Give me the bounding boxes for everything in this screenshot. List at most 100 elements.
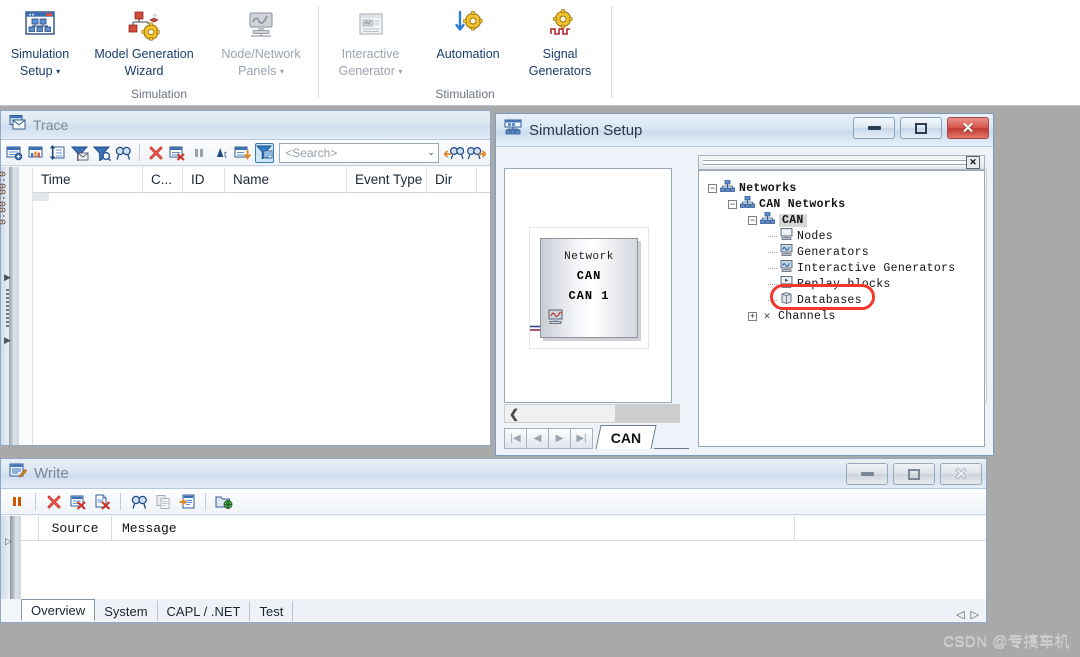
network-node[interactable]: Network CAN CAN 1 <box>540 238 638 338</box>
minimize-button[interactable] <box>846 463 888 485</box>
tree-item-generators[interactable]: Generators <box>708 244 983 260</box>
diagram-horizontal-scrollbar[interactable]: ❮ ❯ <box>504 404 680 423</box>
analysis-filter-icon[interactable] <box>254 142 275 163</box>
tab-can[interactable]: CAN <box>595 425 657 449</box>
find-previous-icon[interactable] <box>443 143 464 163</box>
expand-rows-icon[interactable] <box>48 143 68 163</box>
maximize-button[interactable] <box>893 463 935 485</box>
open-folder-icon[interactable] <box>214 492 234 512</box>
tree-item-label: Generators <box>797 245 870 259</box>
clear-all-icon[interactable] <box>68 492 88 512</box>
trace-column-header[interactable]: Name <box>225 166 347 193</box>
trace-column-header[interactable]: Dir <box>427 166 477 193</box>
filter-messages-icon[interactable] <box>70 143 90 163</box>
scroll-to-end-icon[interactable] <box>233 143 253 163</box>
ribbon-button-signal-generators[interactable]: Signal Generators <box>514 0 606 80</box>
filter-off-icon[interactable] <box>92 143 112 163</box>
previous-page-button[interactable]: ◀ <box>526 428 549 449</box>
network-tree-panel[interactable]: − Networks − CAN Networks − CAN Nodes Ge… <box>698 170 985 447</box>
save-to-file-icon[interactable] <box>177 492 197 512</box>
gutter-expander-bottom[interactable]: ▶ <box>4 335 11 346</box>
panel-close-icon[interactable]: ✕ <box>966 156 980 169</box>
first-page-button[interactable]: |◀ <box>504 428 527 449</box>
tree-expander[interactable]: + <box>748 311 757 321</box>
close-button[interactable]: ✕ <box>947 117 989 139</box>
chevron-down-icon[interactable]: ⌄ <box>427 147 435 158</box>
find-icon[interactable] <box>113 143 133 163</box>
tree-item-label: Networks <box>739 181 797 195</box>
write-title-bar: Write ✕ <box>1 459 986 489</box>
add-column-icon[interactable] <box>5 143 25 163</box>
write-column-header[interactable]: Source <box>39 521 111 536</box>
gutter-expander[interactable]: ▷ <box>5 536 12 547</box>
network-diagram-panel[interactable]: Network CAN CAN 1 <box>504 168 672 403</box>
close-button[interactable]: ✕ <box>940 463 982 485</box>
tree-item-interactive-generators[interactable]: Interactive Generators <box>708 260 983 276</box>
last-page-button[interactable]: ▶| <box>570 428 593 449</box>
ribbon-button-simulation-setup[interactable]: Simulation Setup ▾ <box>0 0 80 80</box>
clear-list-icon[interactable] <box>168 143 188 163</box>
scroll-left-button[interactable]: ❮ <box>505 407 523 421</box>
ribbon-button-automation[interactable]: Automation <box>422 0 514 63</box>
search-input[interactable]: <Search> ⌄ <box>279 142 439 163</box>
tree-item-label: CAN <box>779 213 807 227</box>
tree-panel-grip[interactable]: ✕ <box>698 155 985 170</box>
tree-expander[interactable]: − <box>748 215 757 225</box>
write-column-header[interactable]: Message <box>111 515 794 541</box>
tree-item-channels[interactable]: + ✕ Channels <box>708 308 983 324</box>
trace-column-header[interactable]: C... <box>143 166 183 193</box>
tree-item-can[interactable]: − CAN <box>708 211 983 228</box>
scrollbar-thumb[interactable] <box>615 405 680 422</box>
ribbon-button-node-network-panels[interactable]: Node/Network Panels ▾ <box>208 0 314 80</box>
tab-scroll-right-icon[interactable]: ▷ <box>971 608 979 621</box>
write-title: Write <box>34 465 69 482</box>
trace-column-header[interactable]: Time <box>33 166 143 193</box>
pause-icon[interactable] <box>7 492 27 512</box>
find-next-icon[interactable] <box>466 143 486 163</box>
clear-file-icon[interactable] <box>92 492 112 512</box>
tree-expander[interactable]: − <box>708 183 717 193</box>
networks-icon <box>740 195 755 212</box>
tree-item-databases[interactable]: Databases <box>708 292 983 308</box>
tree-expander[interactable]: − <box>728 199 737 209</box>
next-page-button[interactable]: ▶ <box>548 428 571 449</box>
tree-connector <box>768 251 777 253</box>
tab-overview[interactable]: Overview <box>21 599 96 621</box>
scrollbar-track[interactable] <box>523 405 680 422</box>
maximize-button[interactable] <box>900 117 942 139</box>
pause-icon[interactable] <box>189 143 209 163</box>
toolbar-separator <box>139 144 141 161</box>
tab-system[interactable]: System <box>95 601 158 621</box>
statistics-icon[interactable] <box>27 143 47 163</box>
ribbon-button-sublabel: Panels ▾ <box>208 63 314 80</box>
ribbon-group-simulation: Simulation Setup ▾ Model Generation Wiza… <box>0 0 318 106</box>
tab-scroll-left-icon[interactable]: ◁ <box>956 608 964 621</box>
tree-item-replay-blocks[interactable]: Replay blocks <box>708 276 983 292</box>
trace-column-header[interactable]: Event Type <box>347 166 427 193</box>
chevron-down-icon[interactable]: ▾ <box>280 67 284 76</box>
network-node-line1: Network <box>564 251 614 263</box>
copy-icon[interactable] <box>153 492 173 512</box>
ribbon-button-model-generation-wizard[interactable]: Model Generation Wizard <box>80 0 208 80</box>
tab-test[interactable]: Test <box>250 601 294 621</box>
ribbon-button-interactive-generator[interactable]: Interactive Generator ▾ <box>319 0 422 80</box>
tree-item-networks[interactable]: − Networks <box>708 179 983 196</box>
toolbar-separator <box>35 493 36 510</box>
trace-column-header[interactable]: ID <box>183 166 225 193</box>
clear-icon[interactable] <box>146 143 166 163</box>
ribbon-button-label2: Generators <box>528 64 592 78</box>
tree-item-can-networks[interactable]: − CAN Networks <box>708 195 983 212</box>
minimize-button[interactable] <box>853 117 895 139</box>
trace-toolbar: t <Search> ⌄ <box>1 140 490 166</box>
tree-item-nodes[interactable]: Nodes <box>708 228 983 244</box>
find-icon[interactable] <box>129 492 149 512</box>
clear-icon[interactable] <box>44 492 64 512</box>
tab-capl-net[interactable]: CAPL / .NET <box>158 601 251 621</box>
chevron-down-icon[interactable]: ▾ <box>56 67 60 76</box>
tree-connector <box>768 235 777 237</box>
tree-connector <box>768 267 777 269</box>
gutter-expander-top[interactable]: ▶ <box>4 272 11 283</box>
chevron-down-icon[interactable]: ▾ <box>398 67 402 76</box>
simulation-setup-body: Network CAN CAN 1 ❮ |◀ ◀ ▶ ▶| CAN ✕ − Ne… <box>496 147 993 455</box>
time-absolute-icon[interactable]: t <box>211 143 231 163</box>
